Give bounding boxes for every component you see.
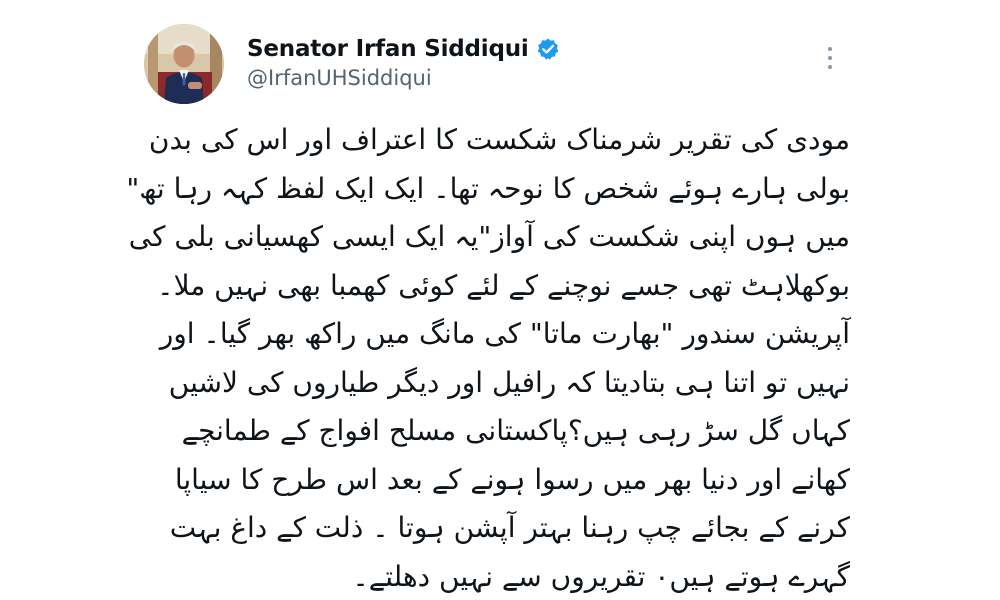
display-name[interactable]: Senator Irfan Siddiqui	[247, 36, 529, 62]
tweet-card: Senator Irfan Siddiqui @IrfanUHSiddiqui …	[0, 0, 1000, 600]
tweet-text-line: گہرے ہوتے ہیں۰ تقریروں سے نہیں دھلتے۔	[352, 559, 850, 593]
avatar[interactable]	[144, 24, 224, 104]
verified-badge-icon	[536, 37, 560, 61]
tweet-text-line: بوکھلاہٹ تھی جسے نوچنے کے لئے کوئی کھمبا…	[157, 268, 850, 302]
more-dot	[828, 56, 832, 60]
tweet-text-line: نہیں تو اتنا ہی بتادیتا کہ رافیل اور دیگ…	[168, 365, 850, 399]
more-dot	[828, 65, 832, 69]
author-row: Senator Irfan Siddiqui	[247, 32, 560, 66]
tweet-text-line: کہاں گل سڑ رہی ہیں؟پاکستانی مسلح افواج ک…	[181, 414, 850, 447]
tweet-text-line: آپریشن سندور "بھارت ماتا" کی مانگ میں را…	[159, 317, 850, 350]
tweet-text-line: بولی ہارے ہوئے شخص کا نوحہ تھا۔ ایک ایک …	[126, 171, 850, 205]
more-options-icon[interactable]	[818, 40, 842, 76]
tweet-text-line: مودی کی تقریر شرمناک شکست کا اعتراف اور …	[148, 123, 850, 156]
author-handle[interactable]: @IrfanUHSiddiqui	[247, 66, 432, 90]
more-dot	[828, 47, 832, 51]
tweet-text-line: کرنے کے بجائے چپ رہنا بہتر آپشن ہوتا ۔ ذ…	[169, 511, 850, 544]
tweet-text-line: میں ہوں اپنی شکست کی آواز"یہ ایک ایسی کھ…	[128, 220, 850, 253]
tweet-text: مودی کی تقریر شرمناک شکست کا اعتراف اور …	[126, 116, 850, 600]
avatar-photo	[144, 24, 224, 104]
tweet-text-line: کھانے اور دنیا بھر میں رسوا ہونے کے بعد …	[174, 462, 850, 496]
